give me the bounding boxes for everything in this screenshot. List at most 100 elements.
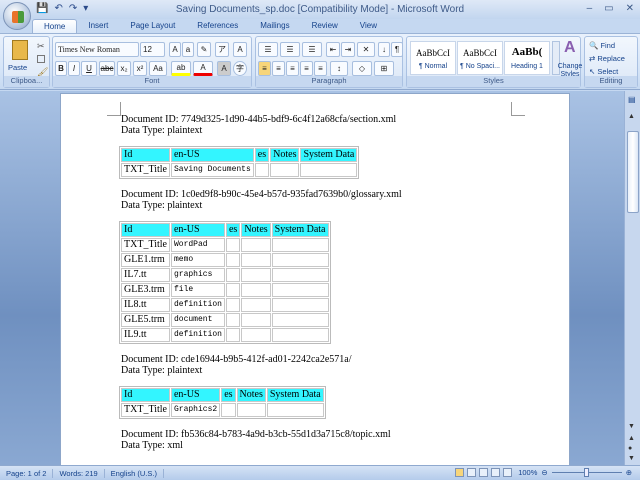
scroll-up-icon[interactable]: ▲ — [628, 113, 635, 120]
font-size-select[interactable]: 12 — [140, 42, 165, 57]
align-left-icon[interactable]: ≡ — [258, 61, 271, 76]
style-no-spacing[interactable]: AaBbCcI ¶ No Spaci... — [457, 41, 503, 75]
table-cell[interactable] — [225, 268, 241, 282]
tab-insert[interactable]: Insert — [77, 19, 119, 34]
table-cell[interactable] — [241, 313, 271, 327]
table-cell[interactable]: TXT_Title — [121, 163, 170, 177]
full-screen-reading-icon[interactable] — [467, 468, 476, 477]
table-cell[interactable]: TXT_Title — [121, 238, 170, 252]
table-cell[interactable] — [225, 253, 241, 267]
zoom-out-icon[interactable]: ⊖ — [541, 468, 547, 477]
table-cell[interactable] — [241, 268, 271, 282]
table-cell[interactable] — [225, 313, 241, 327]
zoom-in-icon[interactable]: ⊕ — [626, 468, 632, 477]
vertical-scrollbar[interactable]: ▤ ▲ ▼ ▲ ● ▼ — [624, 91, 640, 465]
find-button[interactable]: 🔍 Find — [589, 41, 615, 50]
table-cell[interactable]: IL7.tt — [121, 268, 170, 282]
web-layout-icon[interactable] — [479, 468, 488, 477]
previous-page-icon[interactable]: ▲ — [628, 435, 635, 442]
increase-indent-icon[interactable]: ⇥ — [341, 42, 355, 57]
subscript-button[interactable]: x₂ — [117, 61, 131, 76]
scroll-down-icon[interactable]: ▼ — [628, 423, 635, 430]
paste-icon[interactable] — [12, 40, 28, 60]
italic-button[interactable]: I — [68, 61, 80, 76]
maximize-button[interactable]: ▭ — [604, 3, 613, 14]
table-cell[interactable] — [241, 283, 271, 297]
tab-references[interactable]: References — [186, 19, 249, 34]
table-cell[interactable] — [241, 253, 271, 267]
table-cell[interactable]: document — [170, 313, 225, 327]
font-color-icon[interactable]: A — [193, 61, 213, 76]
table-cell[interactable]: GLE1.trm — [121, 253, 170, 267]
bold-button[interactable]: B — [55, 61, 67, 76]
table-cell[interactable] — [271, 268, 329, 282]
table-cell[interactable] — [241, 298, 271, 312]
borders-icon[interactable]: ⊞ — [374, 61, 394, 76]
table-cell[interactable]: Graphics2 — [170, 403, 221, 417]
table-cell[interactable] — [271, 283, 329, 297]
table-cell[interactable]: Saving Documents — [170, 163, 254, 177]
replace-button[interactable]: ⇄ Replace — [589, 54, 625, 63]
table-cell[interactable] — [236, 403, 266, 417]
table-cell[interactable] — [270, 163, 300, 177]
office-button[interactable] — [3, 2, 31, 30]
table-cell[interactable]: definition — [170, 328, 225, 342]
ruler-toggle-icon[interactable]: ▤ — [628, 95, 636, 104]
grow-font-icon[interactable]: A — [169, 42, 181, 57]
language[interactable]: English (U.S.) — [105, 468, 164, 478]
scroll-thumb[interactable] — [627, 131, 639, 213]
paste-button[interactable]: Paste — [8, 63, 27, 72]
table-cell[interactable] — [271, 238, 329, 252]
table-cell[interactable] — [225, 238, 241, 252]
next-page-icon[interactable]: ▼ — [628, 455, 635, 462]
strikethrough-button[interactable]: abc — [99, 61, 115, 76]
word-count[interactable]: Words: 219 — [53, 468, 105, 478]
tab-home[interactable]: Home — [32, 19, 78, 34]
zoom-slider-handle[interactable] — [583, 468, 589, 477]
tab-review[interactable]: Review — [301, 19, 349, 34]
tab-view[interactable]: View — [349, 19, 388, 34]
table-cell[interactable]: definition — [170, 298, 225, 312]
select-button[interactable]: ↖ Select — [589, 67, 618, 76]
table-cell[interactable]: GLE3.trm — [121, 283, 170, 297]
distributed-icon[interactable]: ≡ — [314, 61, 327, 76]
table-cell[interactable] — [225, 328, 241, 342]
cut-icon[interactable]: ✂ — [37, 41, 45, 52]
style-normal[interactable]: AaBbCcI ¶ Normal — [410, 41, 456, 75]
zoom-level[interactable]: 100% — [518, 468, 537, 477]
multilevel-list-icon[interactable]: ☰ — [302, 42, 322, 57]
show-formatting-icon[interactable]: ¶ — [391, 42, 403, 57]
table-cell[interactable]: TXT_Title — [121, 403, 170, 417]
table-cell[interactable]: graphics — [170, 268, 225, 282]
close-button[interactable]: ✕ — [626, 3, 634, 14]
decrease-indent-icon[interactable]: ⇤ — [326, 42, 340, 57]
style-heading-1[interactable]: AaBb(Heading 1 — [504, 41, 550, 75]
table-cell[interactable]: WordPad — [170, 238, 225, 252]
tab-page-layout[interactable]: Page Layout — [119, 19, 186, 34]
outline-view-icon[interactable] — [491, 468, 500, 477]
clear-formatting-icon[interactable]: ✎ — [197, 42, 211, 57]
table-cell[interactable]: IL8.tt — [121, 298, 170, 312]
enclose-characters-icon[interactable]: 字 — [233, 61, 247, 76]
tab-mailings[interactable]: Mailings — [249, 19, 300, 34]
underline-button[interactable]: U — [81, 61, 97, 76]
document-page[interactable]: Document ID: 7749d325-1d90-44b5-bdf9-6c4… — [60, 93, 570, 465]
table-cell[interactable] — [225, 298, 241, 312]
asian-layout-icon[interactable]: ✕ — [357, 42, 375, 57]
numbering-icon[interactable]: ☰ — [280, 42, 300, 57]
highlight-icon[interactable]: ab — [171, 61, 191, 76]
phonetic-guide-icon[interactable]: ア — [215, 42, 229, 57]
minimize-button[interactable]: – — [587, 3, 593, 14]
change-case-button[interactable]: Aa — [149, 61, 167, 76]
character-border-icon[interactable]: A — [233, 42, 247, 57]
align-right-icon[interactable]: ≡ — [286, 61, 299, 76]
table-cell[interactable] — [300, 163, 358, 177]
table-cell[interactable]: GLE5.trm — [121, 313, 170, 327]
shading-icon[interactable]: ◇ — [352, 61, 372, 76]
table-cell[interactable] — [271, 253, 329, 267]
justify-icon[interactable]: ≡ — [300, 61, 313, 76]
line-spacing-icon[interactable]: ↕ — [330, 61, 348, 76]
table-cell[interactable] — [254, 163, 270, 177]
table-cell[interactable]: IL9.tt — [121, 328, 170, 342]
page-count[interactable]: Page: 1 of 2 — [0, 468, 54, 478]
